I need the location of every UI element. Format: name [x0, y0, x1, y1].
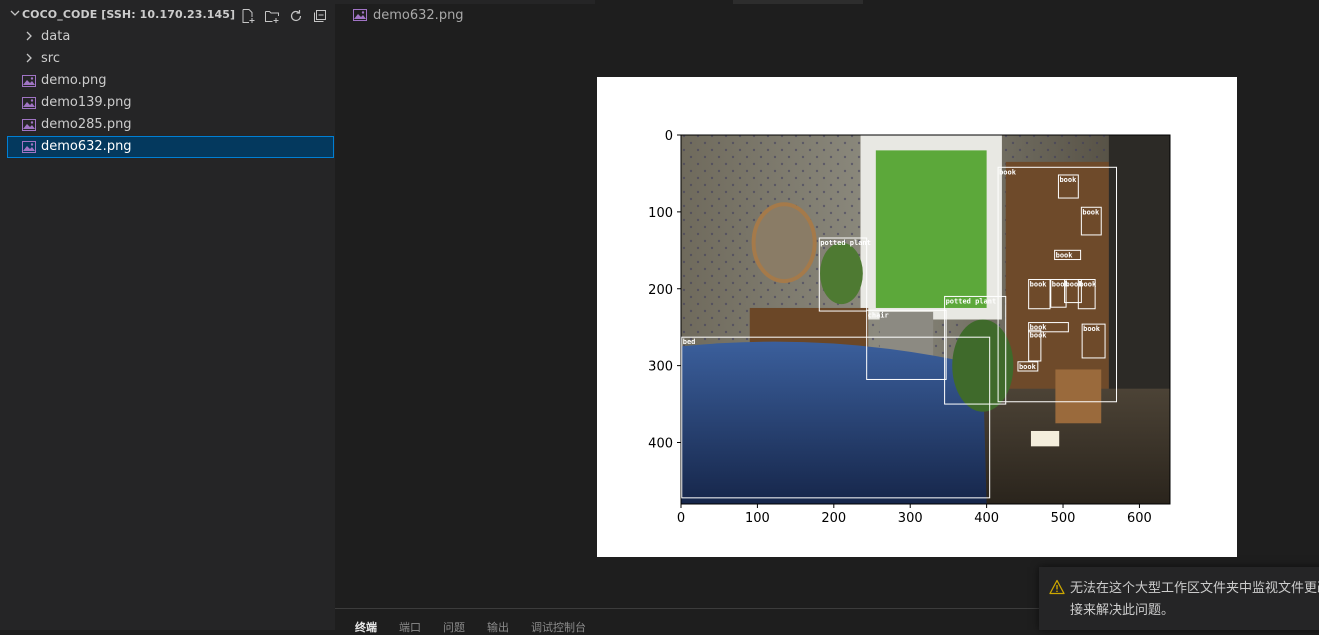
y-tick-label: 200: [648, 283, 673, 298]
chevron-right-icon: [24, 48, 36, 70]
photo-mirror: [751, 202, 817, 284]
file-tree: data src demo.png demo139.png demo285.pn…: [0, 26, 335, 158]
warning-icon: [1049, 579, 1065, 595]
photo-plant: [952, 319, 1014, 412]
y-tick-label: 100: [648, 206, 673, 221]
breadcrumb-file-label: demo632.png: [373, 7, 464, 23]
notification-message: 无法在这个大型工作区文件夹中监视文件更改 接来解决此问题。: [1070, 578, 1319, 622]
tab-strip-segment: [335, 0, 595, 4]
tab-ports[interactable]: 端口: [399, 619, 421, 635]
x-tick-label: 300: [898, 511, 923, 526]
tree-item-src-folder[interactable]: src: [0, 48, 335, 70]
tree-item-label: demo139.png: [41, 95, 132, 110]
tree-item-demo139-png[interactable]: demo139.png: [0, 92, 335, 114]
notification-toast[interactable]: 无法在这个大型工作区文件夹中监视文件更改 接来解决此问题。: [1039, 567, 1319, 630]
tree-item-label: demo.png: [41, 73, 107, 88]
new-file-icon[interactable]: [238, 6, 258, 26]
tree-item-label: demo285.png: [41, 117, 132, 132]
workspace-title[interactable]: COCO_CODE [SSH: 10.170.23.145]: [10, 8, 235, 21]
breadcrumb[interactable]: demo632.png: [353, 5, 464, 25]
detection-label: book: [1083, 325, 1101, 333]
image-file-icon: [22, 141, 36, 153]
tree-item-label: data: [41, 29, 71, 44]
tab-problems[interactable]: 问题: [443, 619, 465, 635]
detection-label: book: [1059, 176, 1077, 184]
photo-basket: [1055, 369, 1102, 424]
collapse-all-icon[interactable]: [310, 6, 330, 26]
image-file-icon: [353, 9, 367, 21]
new-folder-icon[interactable]: [262, 6, 282, 26]
detection-label: book: [1056, 251, 1074, 259]
image-preview[interactable]: 0 100 200 300 400 500 600 0 100 200 300 400 book boo…: [597, 77, 1237, 557]
tab-output[interactable]: 输出: [487, 619, 509, 635]
x-tick-label: 0: [677, 511, 685, 526]
photo-bed-comforter: [681, 341, 987, 504]
explorer-sidebar: COCO_CODE [SSH: 10.170.23.145] data src …: [0, 0, 335, 630]
x-tick-label: 400: [974, 511, 999, 526]
detection-label: book: [1030, 331, 1048, 339]
detection-label: book: [1079, 281, 1097, 289]
tree-item-data-folder[interactable]: data: [0, 26, 335, 48]
detection-label: chair: [868, 311, 889, 319]
detection-label: potted plant: [946, 297, 997, 305]
detection-label: book: [1030, 281, 1048, 289]
workspace-title-text: COCO_CODE [SSH: 10.170.23.145]: [22, 8, 236, 21]
image-file-icon: [22, 97, 36, 109]
x-tick-label: 200: [821, 511, 846, 526]
detection-label: bed: [683, 338, 696, 346]
tab-strip-segment: [733, 0, 863, 4]
tab-terminal[interactable]: 终端: [355, 619, 377, 635]
tab-strip: [335, 0, 1319, 4]
y-tick-label: 300: [648, 360, 673, 375]
tree-item-demo-png[interactable]: demo.png: [0, 70, 335, 92]
detection-plot: 0 100 200 300 400 500 600 0 100 200 300 400 book boo…: [648, 129, 1171, 526]
x-tick-label: 500: [1051, 511, 1076, 526]
image-editor: demo632.png 0 100 200 300 400 500 600 0 …: [335, 0, 1319, 608]
image-file-icon: [22, 75, 36, 87]
detection-label: book: [999, 168, 1017, 176]
detection-label: potted plant: [820, 239, 871, 247]
bedroom-photo: [681, 135, 1170, 504]
chevron-down-icon: [10, 8, 22, 21]
tree-item-label: src: [41, 51, 60, 66]
panel-tabs: 终端 端口 问题 输出 调试控制台: [355, 619, 586, 635]
photo-plant-small: [820, 242, 863, 305]
y-tick-label: 400: [648, 437, 673, 452]
chevron-right-icon: [24, 26, 36, 48]
tree-item-demo285-png[interactable]: demo285.png: [0, 114, 335, 136]
photo-sunlight-patch: [1030, 430, 1060, 447]
x-tick-label: 600: [1127, 511, 1152, 526]
y-tick-label: 0: [665, 129, 673, 144]
notification-line-1: 无法在这个大型工作区文件夹中监视文件更改: [1070, 581, 1319, 596]
tree-item-demo632-png[interactable]: demo632.png: [7, 136, 334, 158]
explorer-actions: [238, 6, 330, 26]
detection-label: book: [1082, 208, 1100, 216]
detection-label: book: [1019, 363, 1037, 371]
tree-item-label: demo632.png: [41, 139, 132, 154]
refresh-icon[interactable]: [286, 6, 306, 26]
notification-line-2: 接来解决此问题。: [1070, 603, 1175, 618]
x-tick-label: 100: [745, 511, 770, 526]
photo-window-trees: [875, 150, 987, 308]
tab-debug-console[interactable]: 调试控制台: [531, 619, 586, 635]
image-file-icon: [22, 119, 36, 131]
